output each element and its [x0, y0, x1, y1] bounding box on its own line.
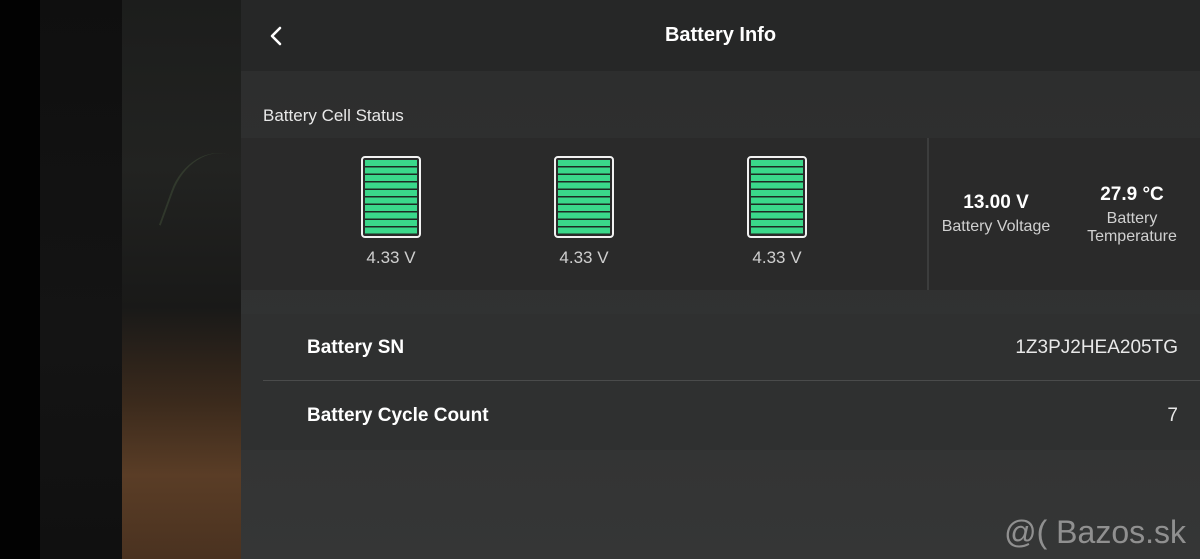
battery-voltage-stat: 13.00 V Battery Voltage	[931, 192, 1061, 236]
cell-voltage: 4.33 V	[366, 248, 416, 267]
page-title: Battery Info	[664, 24, 777, 46]
back-button[interactable]	[261, 18, 291, 54]
cell-voltage: 4.33 V	[752, 248, 802, 267]
info-value: 7	[1167, 405, 1178, 426]
battery-voltage-value: 13.00 V	[963, 192, 1029, 213]
battery-temperature-stat: 27.9 °C Battery Temperature	[1075, 184, 1189, 246]
info-key: Battery Cycle Count	[307, 405, 489, 426]
background-edge	[0, 0, 40, 559]
battery-voltage-label: Battery Voltage	[941, 218, 1051, 235]
battery-cell-icon	[361, 156, 421, 238]
temperature-label-line2: Temperature	[1087, 228, 1177, 245]
cell-voltage: 4.33 V	[559, 248, 609, 267]
chevron-left-icon	[270, 26, 282, 46]
battery-temperature-label: Battery Temperature	[1075, 210, 1189, 246]
battery-stats-box: 13.00 V Battery Voltage 27.9 °C Battery …	[929, 138, 1200, 290]
battery-cell-2: 4.33 V	[534, 156, 634, 268]
battery-cell-fill	[558, 160, 610, 234]
temperature-label-line1: Battery	[1106, 210, 1158, 227]
row-divider	[263, 380, 1200, 381]
screen: Battery Info Battery Cell Status 4.33 V …	[0, 0, 1200, 559]
list-item-cycle-count: Battery Cycle Count 7	[241, 382, 1200, 450]
battery-info-list: Battery SN 1Z3PJ2HEA205TG Battery Cycle …	[241, 314, 1200, 450]
battery-temperature-value: 27.9 °C	[1100, 184, 1164, 205]
background-photo	[122, 0, 258, 559]
cell-status-label: Battery Cell Status	[263, 106, 404, 125]
battery-cell-3: 4.33 V	[727, 156, 827, 268]
battery-cell-icon	[747, 156, 807, 238]
battery-cell-fill	[751, 160, 803, 234]
header-bar: Battery Info	[241, 0, 1200, 71]
battery-cell-fill	[365, 160, 417, 234]
list-item-battery-sn: Battery SN 1Z3PJ2HEA205TG	[241, 314, 1200, 382]
battery-cell-icon	[554, 156, 614, 238]
background-dark	[40, 0, 122, 559]
cell-status-box: 4.33 V 4.33 V 4.33 V	[241, 138, 927, 290]
battery-cell-1: 4.33 V	[341, 156, 441, 268]
watermark-text: @( Bazos.sk	[1004, 514, 1186, 550]
info-key: Battery SN	[307, 337, 405, 358]
battery-info-panel: Battery Info Battery Cell Status 4.33 V …	[241, 0, 1200, 559]
info-value: 1Z3PJ2HEA205TG	[1015, 337, 1178, 358]
